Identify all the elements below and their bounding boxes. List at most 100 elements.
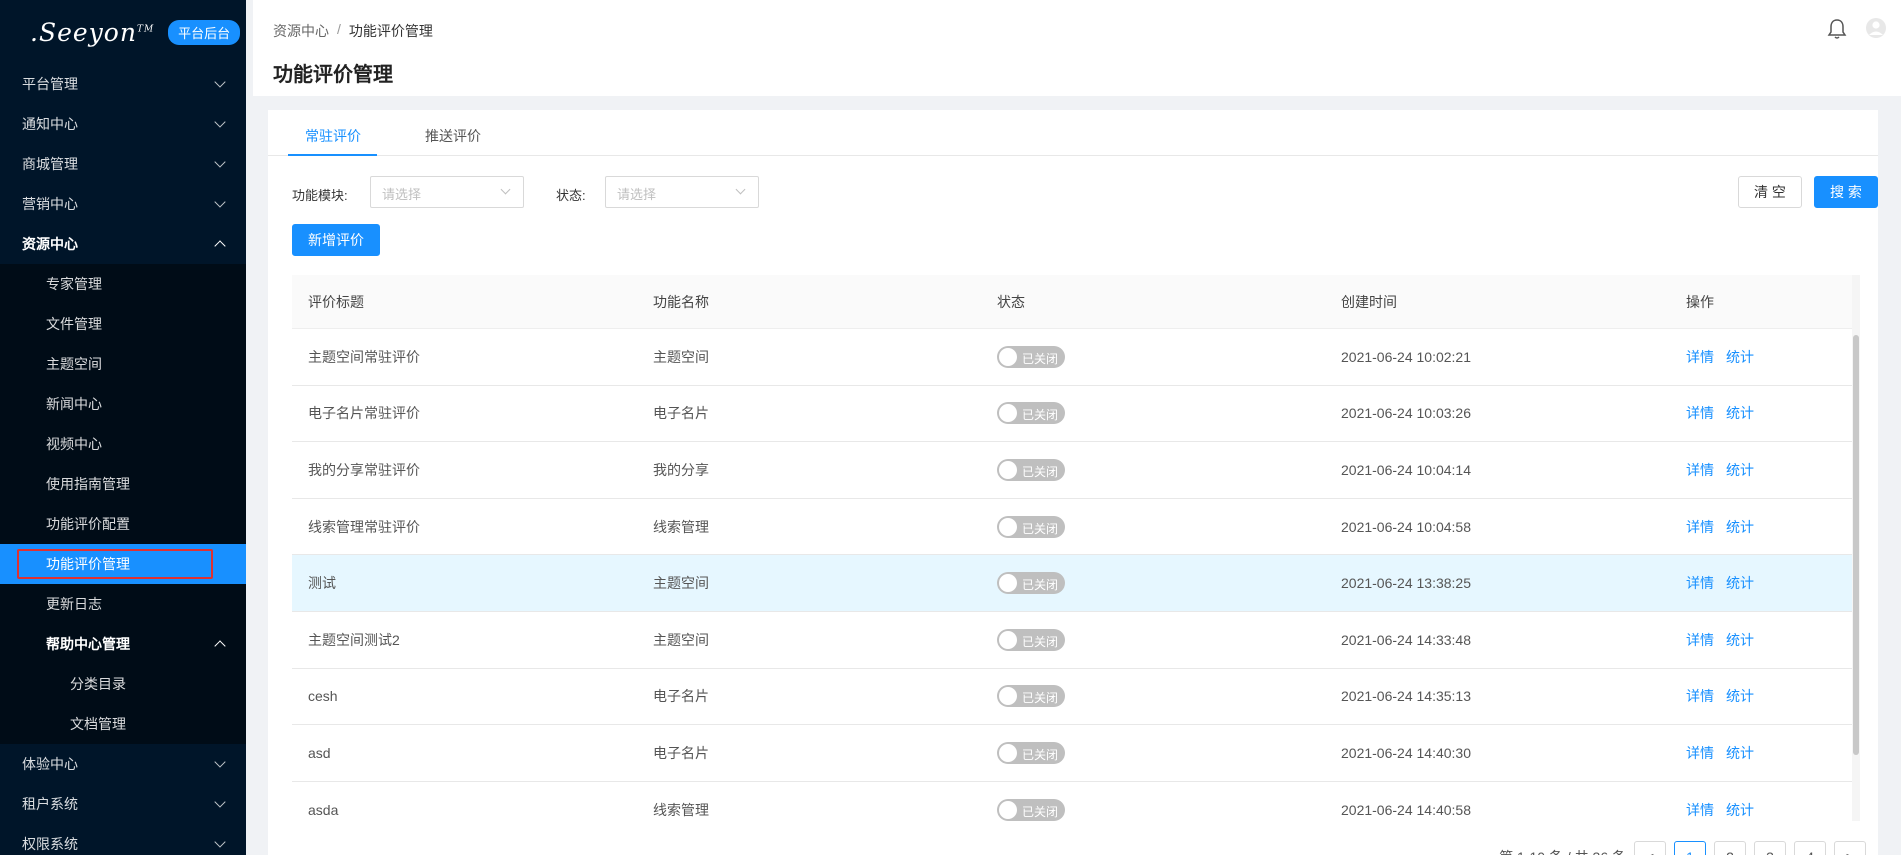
stats-link[interactable]: 统计 — [1726, 575, 1754, 591]
page-2-button[interactable]: 2 — [1714, 841, 1746, 855]
sidebar-sub-guide[interactable]: 使用指南管理 — [0, 464, 246, 504]
sidebar-sub-news[interactable]: 新闻中心 — [0, 384, 246, 424]
sidebar-sub-video[interactable]: 视频中心 — [0, 424, 246, 464]
toggle-label: 已关闭 — [1022, 691, 1059, 706]
cell-actions: 详情 统计 — [1670, 573, 1860, 593]
table-row: 测试 主题空间 已关闭 2021-06-24 13:38:25 详情 统计 — [292, 555, 1860, 612]
user-avatar-icon[interactable] — [1865, 17, 1887, 39]
cell-time: 2021-06-24 14:35:13 — [1341, 688, 1471, 705]
toggle-label: 已关闭 — [1022, 351, 1059, 366]
page-3-button[interactable]: 3 — [1754, 841, 1786, 855]
cell-actions: 详情 统计 — [1670, 517, 1860, 537]
sidebar-item-notify[interactable]: 通知中心 — [0, 104, 246, 144]
pagination-summary: 第 1-10 条 / 共 36 条 — [1499, 847, 1626, 855]
search-button[interactable]: 搜 索 — [1814, 176, 1878, 208]
status-toggle[interactable]: 已关闭 — [997, 741, 1065, 764]
cell-actions: 详情 统计 — [1670, 460, 1860, 480]
status-toggle[interactable]: 已关闭 — [997, 798, 1065, 821]
bell-icon[interactable] — [1827, 18, 1847, 40]
detail-link[interactable]: 详情 — [1686, 688, 1714, 704]
status-toggle[interactable]: 已关闭 — [997, 458, 1065, 481]
status-toggle[interactable]: 已关闭 — [997, 345, 1065, 368]
sidebar-sub-category[interactable]: 分类目录 — [0, 664, 246, 704]
status-toggle[interactable]: 已关闭 — [997, 628, 1065, 651]
cell-func: 主题空间 — [653, 575, 709, 592]
prev-page-button[interactable]: < — [1634, 841, 1666, 855]
toggle-label: 已关闭 — [1022, 521, 1059, 536]
page-4-button[interactable]: 4 — [1794, 841, 1826, 855]
detail-link[interactable]: 详情 — [1686, 632, 1714, 648]
chevron-down-icon — [214, 836, 226, 848]
cell-title: 主题空间测试2 — [308, 631, 400, 648]
scrollbar-track[interactable] — [1852, 275, 1860, 821]
stats-link[interactable]: 统计 — [1726, 688, 1754, 704]
sidebar-item-tenant[interactable]: 租户系统 — [0, 784, 246, 824]
chevron-down-icon — [214, 196, 226, 208]
platform-badge: 平台后台 — [168, 19, 241, 45]
sidebar-item-resource[interactable]: 资源中心 — [0, 224, 246, 264]
detail-link[interactable]: 详情 — [1686, 575, 1714, 591]
status-select[interactable]: 请选择 — [605, 176, 759, 208]
sidebar-item-experience[interactable]: 体验中心 — [0, 744, 246, 784]
detail-link[interactable]: 详情 — [1686, 519, 1714, 535]
sidebar-sub-eval-config[interactable]: 功能评价配置 — [0, 504, 246, 544]
cell-func: 主题空间 — [653, 348, 709, 365]
cell-actions: 详情 统计 — [1670, 743, 1860, 763]
status-toggle[interactable]: 已关闭 — [997, 515, 1065, 538]
sidebar-menu: 平台管理 通知中心 商城管理 营销中心 资源中心 专家管理 文件管理 主题空间 … — [0, 64, 246, 855]
breadcrumb-parent[interactable]: 资源中心 — [273, 21, 329, 41]
table-row: 我的分享常驻评价 我的分享 已关闭 2021-06-24 10:04:14 详情 统计 — [292, 442, 1860, 499]
sidebar-item-marketing[interactable]: 营销中心 — [0, 184, 246, 224]
cell-actions: 详情 统计 — [1670, 347, 1860, 367]
detail-link[interactable]: 详情 — [1686, 462, 1714, 478]
detail-link[interactable]: 详情 — [1686, 745, 1714, 761]
sidebar-item-platform[interactable]: 平台管理 — [0, 64, 246, 104]
page-1-button[interactable]: 1 — [1674, 841, 1706, 855]
cell-time: 2021-06-24 13:38:25 — [1341, 575, 1471, 592]
breadcrumb-current: 功能评价管理 — [348, 23, 433, 39]
tab-push-eval[interactable]: 推送评价 — [425, 126, 481, 146]
cell-func: 主题空间 — [653, 631, 709, 648]
sidebar-sub-expert[interactable]: 专家管理 — [0, 264, 246, 304]
stats-link[interactable]: 统计 — [1726, 349, 1754, 365]
sidebar-item-permission[interactable]: 权限系统 — [0, 824, 246, 855]
sidebar-sub-help-center[interactable]: 帮助中心管理 — [0, 624, 246, 664]
stats-link[interactable]: 统计 — [1726, 745, 1754, 761]
detail-link[interactable]: 详情 — [1686, 405, 1714, 421]
sidebar-sub-theme-space[interactable]: 主题空间 — [0, 344, 246, 384]
detail-link[interactable]: 详情 — [1686, 349, 1714, 365]
tab-resident-eval[interactable]: 常驻评价 — [305, 126, 361, 146]
stats-link[interactable]: 统计 — [1726, 519, 1754, 535]
cell-status: 已关闭 — [981, 458, 1325, 481]
status-toggle[interactable]: 已关闭 — [997, 572, 1065, 595]
status-toggle[interactable]: 已关闭 — [997, 685, 1065, 708]
clear-button[interactable]: 清 空 — [1738, 176, 1802, 208]
toggle-knob — [999, 347, 1017, 366]
add-eval-button[interactable]: 新增评价 — [292, 224, 380, 256]
sidebar-sub-docs[interactable]: 文档管理 — [0, 704, 246, 744]
status-toggle[interactable]: 已关闭 — [997, 402, 1065, 425]
sidebar-sub-changelog[interactable]: 更新日志 — [0, 584, 246, 624]
table-row: 电子名片常驻评价 电子名片 已关闭 2021-06-24 10:03:26 详情 统计 — [292, 386, 1860, 443]
stats-link[interactable]: 统计 — [1726, 462, 1754, 478]
scrollbar-thumb[interactable] — [1853, 335, 1859, 755]
col-header-title: 评价标题 — [308, 293, 364, 310]
cell-status: 已关闭 — [981, 741, 1325, 764]
module-select[interactable]: 请选择 — [370, 176, 524, 208]
table-header: 评价标题 功能名称 状态 创建时间 操作 — [292, 275, 1860, 329]
cell-title: cesh — [308, 688, 338, 705]
stats-link[interactable]: 统计 — [1726, 802, 1754, 818]
sidebar-sub-file[interactable]: 文件管理 — [0, 304, 246, 344]
tab-bar: 常驻评价 推送评价 — [268, 110, 1878, 156]
stats-link[interactable]: 统计 — [1726, 405, 1754, 421]
cell-status: 已关闭 — [981, 685, 1325, 708]
cell-title: 电子名片常驻评价 — [308, 405, 420, 422]
status-filter-label: 状态: — [556, 188, 586, 203]
sidebar-sub-eval-manage[interactable]: 功能评价管理 — [0, 544, 246, 584]
stats-link[interactable]: 统计 — [1726, 632, 1754, 648]
cell-actions: 详情 统计 — [1670, 630, 1860, 650]
detail-link[interactable]: 详情 — [1686, 802, 1714, 818]
next-page-button[interactable]: > — [1834, 841, 1866, 855]
sidebar-item-mall[interactable]: 商城管理 — [0, 144, 246, 184]
chevron-up-icon — [214, 640, 226, 652]
